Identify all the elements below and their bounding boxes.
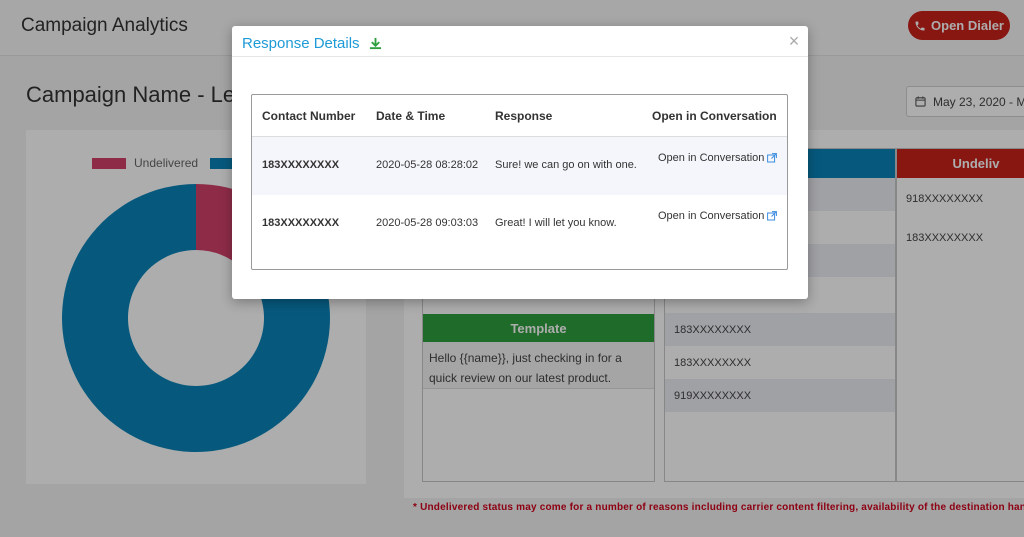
date-time: 2020-05-28 08:28:02 (376, 159, 479, 171)
open-in-conversation-label[interactable]: Open in Conversation (658, 210, 764, 222)
open-in-conversation-link[interactable]: Open in Conversation (658, 152, 778, 164)
column-header-open-in-conversation: Open in Conversation (652, 108, 777, 123)
modal-title: Response Details (242, 35, 382, 52)
contact-number: 183XXXXXXXX (262, 217, 340, 229)
open-in-conversation-link[interactable]: Open in Conversation (658, 210, 778, 222)
response-text: Sure! we can go on with one. (495, 159, 637, 171)
modal-divider (232, 56, 808, 57)
open-in-conversation-label[interactable]: Open in Conversation (658, 152, 764, 164)
response-table: Contact Number Date & Time Response Open… (251, 94, 788, 270)
column-header-date-time: Date & Time (376, 108, 446, 123)
close-icon[interactable]: × (787, 32, 801, 50)
response-details-modal: Response Details × Contact Number Date &… (232, 26, 808, 299)
table-row: 183XXXXXXXX 2020-05-28 08:28:02 Sure! we… (252, 137, 787, 195)
contact-number: 183XXXXXXXX (262, 159, 340, 171)
external-link-icon[interactable] (767, 153, 778, 163)
table-row: 183XXXXXXXX 2020-05-28 09:03:03 Great! I… (252, 195, 787, 253)
external-link-icon[interactable] (767, 211, 778, 221)
download-icon[interactable] (369, 37, 382, 50)
date-time: 2020-05-28 09:03:03 (376, 217, 479, 229)
column-header-response: Response (495, 108, 553, 123)
column-header-contact-number: Contact Number (262, 108, 356, 123)
response-text: Great! I will let you know. (495, 217, 617, 229)
modal-title-text: Response Details (242, 35, 360, 52)
